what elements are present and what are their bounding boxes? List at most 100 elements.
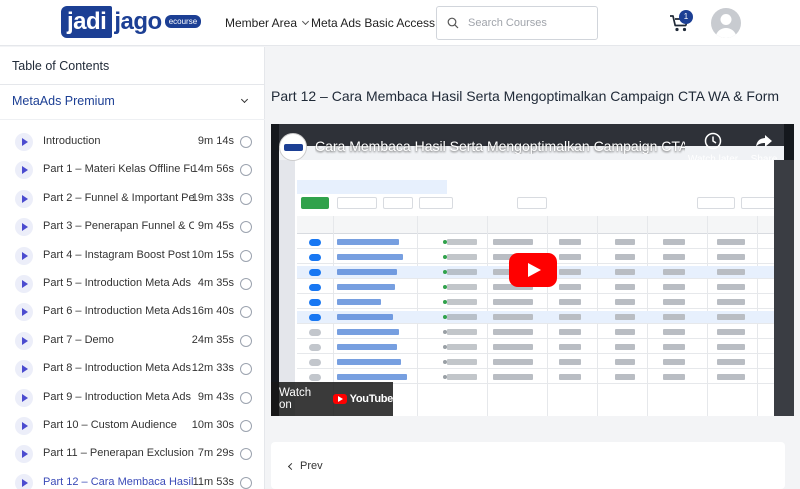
thumb-campaign-name: [337, 269, 397, 275]
watch-on-youtube-button[interactable]: Watch on YouTube: [271, 382, 393, 416]
chevron-down-icon[interactable]: [240, 95, 249, 104]
completion-circle-icon[interactable]: [240, 192, 252, 205]
watch-on-label: Watch on: [279, 387, 312, 411]
completion-circle-icon[interactable]: [240, 306, 252, 319]
lesson-item[interactable]: Part 5 – Introduction Meta Ads Manager4m…: [0, 270, 265, 298]
thumb-right-panel: [774, 160, 794, 416]
channel-avatar[interactable]: [279, 133, 307, 161]
cart-count-badge: 1: [679, 10, 693, 24]
nav-member-area[interactable]: Member Area: [225, 16, 310, 30]
lesson-title: Introduction: [43, 135, 101, 147]
thumb-cell: [663, 359, 685, 365]
watch-later-label: Watch later: [687, 154, 739, 165]
clock-icon: [704, 132, 722, 150]
nav-meta-ads-basic-access[interactable]: Meta Ads Basic Access: [311, 16, 435, 30]
thumb-toggle: [309, 284, 321, 291]
video-player[interactable]: Cara Membaca Hasil Serta Mengoptimalkan …: [271, 124, 794, 416]
thumb-cell: [663, 299, 685, 305]
completion-circle-icon[interactable]: [240, 334, 252, 347]
thumb-table-row: [297, 236, 784, 249]
search-icon: [447, 17, 459, 29]
lesson-item[interactable]: Part 2 – Funnel & Important Performance1…: [0, 185, 265, 213]
thumb-table-row: [297, 356, 784, 369]
thumb-cell: [717, 239, 745, 245]
lesson-duration: 9m 45s: [197, 220, 234, 233]
lesson-title: Part 3 – Penerapan Funnel & Objective: [43, 220, 194, 233]
divider: [0, 84, 265, 85]
thumb-campaign-name: [337, 299, 381, 305]
completion-circle-icon[interactable]: [240, 249, 252, 262]
lesson-item[interactable]: Part 7 – Demo 24m 35s: [0, 327, 265, 355]
lesson-item[interactable]: Part 3 – Penerapan Funnel & Objective9m …: [0, 213, 265, 241]
divider: [0, 119, 265, 120]
completion-circle-icon[interactable]: [240, 448, 252, 461]
watch-later-button[interactable]: Watch later: [683, 132, 743, 165]
completion-circle-icon[interactable]: [240, 391, 252, 404]
thumb-table-row: [297, 341, 784, 354]
logo-ecourse-badge: ecourse: [164, 14, 202, 28]
completion-circle-icon[interactable]: [240, 278, 252, 290]
search-box: [436, 6, 598, 40]
play-icon: [15, 161, 33, 180]
thumb-status: [447, 329, 477, 335]
completion-circle-icon[interactable]: [240, 164, 252, 177]
lesson-item[interactable]: Part 4 – Instagram Boost Post 10m 15s: [0, 242, 265, 270]
user-avatar[interactable]: [711, 8, 741, 38]
thumb-toggle: [309, 329, 321, 336]
thumb-cell: [663, 329, 685, 335]
thumb-table-row: [297, 311, 784, 324]
completion-circle-icon[interactable]: [240, 221, 252, 234]
play-icon: [15, 303, 33, 322]
thumb-cell: [663, 374, 685, 380]
lesson-duration: 10m 15s: [191, 248, 234, 261]
lesson-duration: 16m 40s: [191, 305, 234, 318]
lesson-item[interactable]: Part 6 – Introduction Meta Ads Manager16…: [0, 298, 265, 326]
completion-circle-icon[interactable]: [240, 136, 252, 148]
thumb-cell: [717, 254, 745, 260]
play-icon: [15, 218, 33, 237]
youtube-play-icon: [332, 394, 347, 404]
lesson-duration: 19m 33s: [191, 191, 234, 204]
site-logo[interactable]: jadi jago ecourse: [61, 6, 202, 38]
lesson-nav-card: Prev: [271, 442, 785, 489]
thumb-cell: [559, 329, 581, 335]
thumb-ads-sidebar: [279, 160, 295, 416]
lesson-item[interactable]: Part 12 – Cara Membaca Hasil Serta Mengo…: [0, 469, 265, 489]
prev-label: Prev: [300, 460, 323, 472]
lesson-title: Part 2 – Funnel & Important Performance: [43, 191, 194, 204]
thumb-cell: [663, 254, 685, 260]
play-button-icon[interactable]: [509, 253, 557, 287]
section-title[interactable]: MetaAds Premium: [12, 94, 115, 108]
lesson-item[interactable]: Part 11 – Penerapan Exclusion Audience7m…: [0, 440, 265, 468]
lesson-duration: 10m 30s: [191, 419, 234, 431]
lesson-item[interactable]: Part 10 – Custom Audience 10m 30s: [0, 412, 265, 440]
thumb-toggle: [309, 299, 321, 306]
prev-lesson-button[interactable]: Prev: [287, 460, 323, 472]
completion-circle-icon[interactable]: [240, 363, 252, 376]
thumb-cell: [615, 269, 635, 275]
thumb-cell: [717, 374, 745, 380]
lesson-item[interactable]: Introduction 9m 14s: [0, 128, 265, 156]
thumb-cell: [615, 359, 635, 365]
lesson-item[interactable]: Part 1 – Materi Kelas Offline Funnel14m …: [0, 156, 265, 184]
search-input[interactable]: [468, 17, 588, 29]
course-sidebar: Table of Contents MetaAds Premium Introd…: [0, 47, 265, 489]
youtube-wordmark: YouTube: [349, 393, 394, 405]
lesson-title: Part 8 – Introduction Meta Ads Manager: [43, 362, 194, 375]
lesson-title: Part 9 – Introduction Meta Ads Manager: [43, 390, 194, 403]
lesson-item[interactable]: Part 8 – Introduction Meta Ads Manager12…: [0, 355, 265, 383]
thumb-cell: [493, 314, 533, 320]
thumb-tool-button: [697, 197, 735, 209]
video-title[interactable]: Cara Membaca Hasil Serta Mengoptimalkan …: [315, 138, 685, 154]
lesson-item[interactable]: Part 9 – Introduction Meta Ads Manager9m…: [0, 384, 265, 412]
thumb-cell: [493, 344, 533, 350]
play-icon: [15, 417, 33, 435]
completion-circle-icon[interactable]: [240, 476, 252, 489]
thumb-tool-button: [337, 197, 377, 209]
share-icon: [756, 135, 772, 147]
thumb-tool-button: [517, 197, 547, 209]
thumb-cell: [663, 344, 685, 350]
completion-circle-icon[interactable]: [240, 420, 252, 432]
thumb-toggle: [309, 269, 321, 276]
lesson-title: Part 4 – Instagram Boost Post: [43, 248, 190, 261]
